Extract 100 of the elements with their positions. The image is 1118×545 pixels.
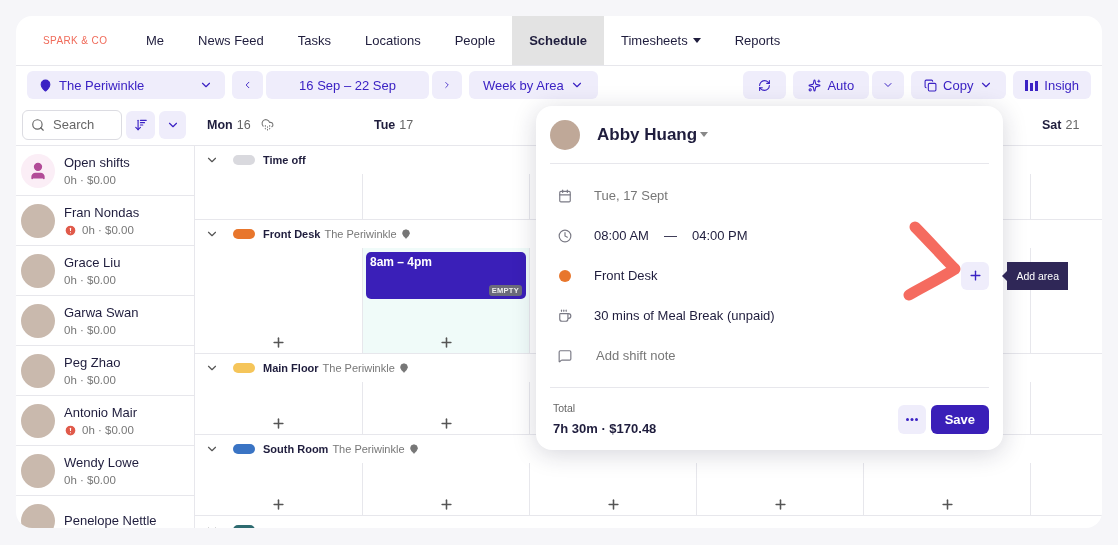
add-shift-button[interactable]	[772, 497, 788, 512]
insights-button[interactable]: Insigh	[1013, 71, 1091, 99]
area-location: The Periwinkle	[324, 228, 397, 240]
more-icon	[905, 417, 918, 421]
nav-tab[interactable]: News Feed	[181, 16, 281, 65]
nav-tab[interactable]: Tasks	[280, 16, 349, 65]
cup-icon	[558, 308, 572, 323]
avatar-placeholder	[21, 503, 55, 528]
plus-icon	[967, 268, 983, 283]
brand-logo: SPARK & CO	[42, 34, 109, 48]
add-shift-button[interactable]	[438, 497, 454, 512]
nav-tab[interactable]: People	[437, 16, 513, 65]
add-shift-button[interactable]	[939, 497, 955, 512]
day-date: 17	[399, 117, 414, 132]
start-time[interactable]: 08:00 AM	[594, 228, 649, 243]
cloud-rain-icon	[260, 118, 274, 131]
add-area-button[interactable]	[961, 261, 989, 290]
hours-summary: 0h · $0.00	[64, 324, 116, 336]
plus-icon	[438, 497, 454, 512]
total-value: 7h 30m · $170.48	[553, 421, 657, 436]
person-name: Grace Liu	[64, 255, 121, 270]
plus-icon	[438, 416, 454, 431]
avatar-placeholder	[21, 353, 55, 388]
employee-select[interactable]: Abby Huang	[597, 124, 709, 145]
hours-summary: 0h · $0.00	[64, 174, 116, 186]
plus-icon	[772, 497, 788, 512]
area-name: South Room	[263, 443, 329, 455]
location-select[interactable]: The Periwinkle	[27, 71, 225, 99]
refresh-button[interactable]	[743, 71, 787, 99]
person-name: Fran Nondas	[64, 204, 140, 220]
person-name: Penelope Nettle	[64, 513, 157, 528]
bar-chart-icon	[1025, 79, 1039, 91]
person-name: Wendy Lowe	[64, 455, 139, 470]
sort-button[interactable]	[126, 110, 155, 139]
sort-icon	[133, 117, 148, 132]
hours-summary: 0h · $0.00	[64, 274, 116, 286]
nav-tab[interactable]: Me	[129, 16, 182, 65]
add-shift-button[interactable]	[438, 335, 454, 350]
plus-icon	[271, 416, 286, 431]
day-name: Tue	[374, 117, 396, 132]
plus-icon	[605, 497, 621, 512]
hours-summary: 0h · $0.00	[82, 224, 134, 236]
view-select[interactable]: Week by Area	[469, 71, 598, 99]
plus-icon	[271, 335, 286, 350]
person-name: Open shifts	[64, 155, 130, 170]
area-name: Front Desk	[263, 228, 321, 240]
auto-button[interactable]: Auto	[793, 71, 870, 99]
person-name: Garwa Swan	[64, 305, 139, 320]
shift-time: 8am – 4pm	[370, 255, 434, 269]
avatar-placeholder	[21, 403, 55, 438]
refresh-icon	[758, 78, 772, 92]
person-name: Antonio Mair	[64, 404, 137, 420]
plus-icon	[939, 497, 955, 512]
hours-summary: 0h · $0.00	[64, 474, 116, 486]
area-location: The Periwinkle	[332, 443, 405, 455]
warning-icon	[64, 423, 77, 437]
copy-button[interactable]: Copy	[911, 71, 1007, 99]
warning-icon	[64, 223, 77, 237]
hours-summary: 0h · $0.00	[82, 424, 134, 436]
area-location: The Periwinkle	[322, 362, 395, 374]
area-name[interactable]: Front Desk	[594, 268, 658, 283]
break-text[interactable]: 30 mins of Meal Break (unpaid)	[594, 308, 775, 323]
nav-tab[interactable]: Timesheets	[604, 16, 718, 65]
day-name: Mon	[207, 117, 233, 132]
nav-tab[interactable]: Locations	[348, 16, 438, 65]
comment-icon	[558, 348, 572, 363]
pin-icon	[408, 444, 419, 454]
pin-icon	[398, 363, 409, 373]
avatar-placeholder	[21, 303, 55, 338]
clock-icon	[558, 228, 572, 243]
save-button[interactable]: Save	[930, 404, 989, 434]
add-shift-button[interactable]	[271, 335, 286, 350]
date-range-button[interactable]: 16 Sep – 22 Sep	[266, 71, 429, 99]
calendar-icon	[558, 188, 572, 203]
plus-icon	[438, 335, 454, 350]
caret-icon	[700, 132, 709, 137]
hours-summary: 0h · $0.00	[64, 374, 116, 386]
avatar-placeholder	[550, 119, 580, 150]
more-button[interactable]	[897, 404, 926, 434]
area-name: Main Floor	[263, 362, 319, 374]
copy-icon	[924, 78, 938, 92]
day-name: Sat	[1042, 117, 1062, 132]
add-shift-button[interactable]	[438, 416, 454, 431]
add-shift-button[interactable]	[271, 497, 286, 512]
nav-tab[interactable]: Schedule	[512, 16, 604, 65]
total-label: Total	[553, 402, 577, 414]
pin-icon	[39, 78, 52, 92]
time-separator: —	[663, 228, 677, 243]
sparkle-icon	[808, 78, 822, 92]
tooltip: Add area	[1002, 261, 1068, 290]
avatar-placeholder	[21, 453, 55, 488]
shift-date: Tue, 17 Sept	[594, 188, 668, 203]
caret-icon	[692, 38, 701, 43]
search-field[interactable]: Search	[22, 109, 122, 140]
add-shift-button[interactable]	[271, 416, 286, 431]
day-date: 16	[236, 117, 251, 132]
add-shift-button[interactable]	[605, 497, 621, 512]
avatar-placeholder	[21, 253, 55, 288]
nav-tab[interactable]: Reports	[717, 16, 798, 65]
end-time[interactable]: 04:00 PM	[691, 228, 748, 243]
